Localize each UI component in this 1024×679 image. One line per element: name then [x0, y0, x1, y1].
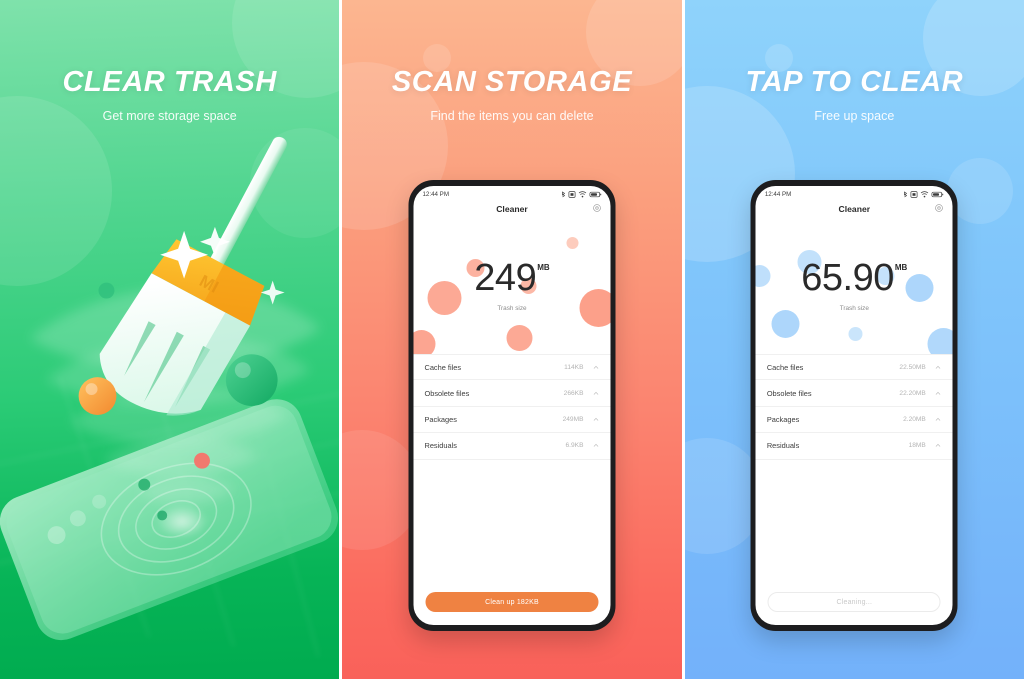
app-title: Cleaner [838, 204, 871, 214]
wifi-icon [921, 191, 929, 198]
trash-size-label: Trash size [497, 304, 527, 312]
trash-size-hero: 249 MB Trash size [413, 216, 611, 354]
status-icons [904, 191, 944, 198]
category-name: Packages [424, 414, 457, 424]
phone-mockup: 12:44 PM [408, 180, 616, 631]
list-item[interactable]: Residuals 6.9KB [413, 433, 611, 460]
list-item[interactable]: Cache files 22.50MB [755, 354, 953, 381]
category-size: 22.50MB [899, 363, 926, 371]
category-name: Obsolete files [766, 388, 812, 398]
category-name: Cache files [424, 362, 462, 372]
status-time: 12:44 PM [764, 191, 792, 198]
phone-notch [822, 180, 887, 185]
battery-icon [589, 191, 602, 198]
cleaning-status-button[interactable]: Cleaning... [767, 592, 941, 612]
panel-subtitle: Get more storage space [102, 109, 237, 123]
trash-size-value-group: 249 MB [474, 259, 549, 297]
panel-title: CLEAR TRASH [62, 66, 277, 98]
chevron-up-icon[interactable] [592, 390, 599, 397]
action-zone: Clean up 182KB [413, 592, 610, 625]
category-name: Packages [766, 414, 800, 424]
bluetooth-icon [562, 191, 566, 198]
chevron-up-icon[interactable] [935, 390, 942, 397]
phone-screen: 12:44 PM [413, 186, 611, 625]
trash-category-list: Cache files 114KB Obsolete files 266KB P… [413, 354, 611, 592]
phone-screen: 12:44 PM [755, 186, 953, 625]
chevron-up-icon[interactable] [935, 442, 942, 449]
chevron-up-icon[interactable] [592, 364, 599, 371]
category-size: 249MB [562, 415, 584, 423]
panel-heading: SCAN STORAGE Find the items you can dele… [342, 66, 681, 123]
trash-category-list: Cache files 22.50MB Obsolete files 22.20… [755, 354, 953, 592]
panel-heading: CLEAR TRASH Get more storage space [0, 66, 339, 123]
list-item[interactable]: Obsolete files 22.20MB [755, 380, 953, 407]
category-name: Residuals [424, 441, 457, 451]
category-size: 6.9KB [565, 442, 584, 450]
wifi-icon [578, 191, 587, 198]
category-size: 22.20MB [899, 389, 926, 397]
sim-icon [910, 191, 918, 198]
battery-icon [931, 191, 944, 198]
panel-subtitle: Free up space [814, 109, 895, 123]
panel-heading: TAP TO CLEAR Free up space [685, 66, 1024, 123]
store-screenshot-set: CLEAR TRASH Get more storage space MI SC… [0, 0, 1024, 679]
trash-size-value-group: 65.90 MB [801, 259, 907, 297]
app-title-bar: Cleaner [756, 200, 953, 216]
chevron-up-icon[interactable] [935, 416, 942, 423]
chevron-up-icon[interactable] [592, 416, 599, 423]
status-bar: 12:44 PM [413, 186, 610, 200]
panel-tap-to-clear: TAP TO CLEAR Free up space 12:44 PM Clea… [684, 0, 1024, 679]
clean-up-button[interactable]: Clean up 182KB [425, 592, 599, 612]
list-item[interactable]: Cache files 114KB [413, 354, 611, 381]
category-name: Residuals [766, 441, 800, 451]
trash-size-unit: MB [894, 262, 908, 272]
trash-size-label: Trash size [839, 304, 869, 312]
category-size: 266KB [563, 389, 584, 397]
category-size: 114KB [564, 363, 584, 371]
sim-icon [568, 191, 576, 198]
panel-title: SCAN STORAGE [391, 66, 633, 98]
chevron-up-icon[interactable] [592, 442, 599, 449]
trash-size-value: 249 [474, 256, 537, 299]
category-name: Cache files [766, 362, 804, 372]
category-name: Obsolete files [424, 388, 470, 398]
panel-scan-storage: SCAN STORAGE Find the items you can dele… [342, 0, 682, 679]
panel-clear-trash: CLEAR TRASH Get more storage space MI [0, 0, 340, 679]
list-item[interactable]: Residuals 18MB [755, 433, 953, 460]
status-icons [561, 191, 602, 198]
trash-size-value: 65.90 [801, 256, 894, 299]
trash-size-hero: 65.90 MB Trash size [755, 216, 953, 354]
gear-icon[interactable] [592, 204, 601, 213]
list-item[interactable]: Packages 249MB [413, 407, 611, 434]
category-size: 2.20MB [903, 415, 926, 423]
list-item[interactable]: Packages 2.20MB [755, 407, 953, 434]
category-size: 18MB [908, 442, 926, 450]
chevron-up-icon[interactable] [935, 364, 942, 371]
app-title-bar: Cleaner [413, 200, 610, 216]
app-title: Cleaner [496, 204, 528, 214]
panel-subtitle: Find the items you can delete [430, 109, 594, 123]
list-item[interactable]: Obsolete files 266KB [413, 380, 611, 407]
status-bar: 12:44 PM [756, 186, 953, 200]
status-time: 12:44 PM [422, 191, 449, 198]
panel-title: TAP TO CLEAR [745, 66, 964, 98]
action-zone: Cleaning... [756, 592, 953, 625]
phone-mockup: 12:44 PM [750, 180, 958, 631]
bluetooth-icon [904, 191, 908, 198]
trash-size-unit: MB [537, 262, 550, 272]
gear-icon[interactable] [935, 204, 944, 213]
phone-notch [479, 180, 544, 185]
